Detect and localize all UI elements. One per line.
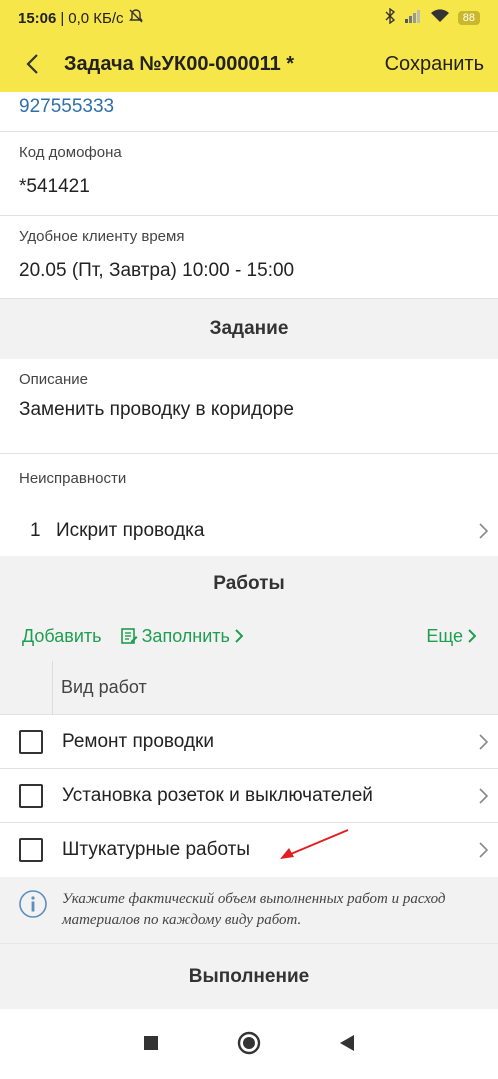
chevron-right-icon [235, 629, 243, 643]
chevron-right-icon [468, 787, 498, 804]
save-button[interactable]: Сохранить [385, 53, 498, 76]
intercom-field[interactable]: Код домофона *541421 [0, 132, 498, 216]
bluetooth-icon [384, 7, 396, 28]
page-title: Задача №УК00-000011 * [64, 52, 295, 75]
faults-field: Неисправности 1 Искрит проводка [0, 454, 498, 556]
chevron-right-icon [468, 842, 498, 858]
chevron-right-icon [468, 629, 476, 643]
intercom-label: Код домофона [19, 144, 122, 161]
description-field[interactable]: Описание Заменить проводку в коридоре [0, 359, 498, 454]
recents-button[interactable] [143, 1035, 159, 1056]
status-separator: | [60, 9, 65, 27]
work-label: Ремонт проводки [62, 730, 214, 752]
chevron-right-icon [468, 523, 498, 539]
time-value: 20.05 (Пт, Завтра) 10:00 - 15:00 [19, 260, 295, 281]
faults-label: Неисправности [19, 470, 127, 487]
description-value: Заменить проводку в коридоре [19, 399, 294, 420]
fill-button[interactable]: Заполнить [120, 626, 243, 647]
system-nav-bar [0, 1012, 498, 1079]
time-label: Удобное клиенту время [19, 228, 185, 245]
work-label: Установка розеток и выключателей [62, 784, 373, 806]
battery-icon: 88 [457, 11, 480, 25]
signal-icon [404, 9, 422, 27]
work-checkbox[interactable] [19, 838, 43, 862]
info-text: Укажите фактический объем выполненных ра… [62, 891, 446, 928]
execution-section-header: Выполнение [0, 943, 498, 1009]
back-button[interactable] [0, 36, 64, 92]
works-table-header: Вид работ [0, 660, 498, 715]
work-label: Штукатурные работы [62, 839, 250, 860]
table-row[interactable]: Ремонт проводки [0, 715, 498, 769]
mute-bell-icon [128, 8, 144, 28]
status-bar: 15:06 | 0,0 КБ/с 88 [0, 0, 498, 36]
fill-label: Заполнить [141, 625, 230, 646]
work-checkbox[interactable] [19, 729, 43, 754]
annotation-arrow-icon [280, 829, 349, 859]
form-content: 927555333 Код домофона *541421 Удобное к… [0, 92, 498, 1009]
time-field[interactable]: Удобное клиенту время 20.05 (Пт, Завтра)… [0, 216, 498, 299]
works-toolbar: Добавить Заполнить Еще [0, 611, 498, 661]
fill-list-icon [120, 628, 138, 644]
more-label: Еще [426, 625, 463, 646]
works-section-header: Работы [0, 556, 498, 611]
info-icon [18, 889, 48, 931]
chevron-right-icon [468, 733, 498, 750]
chevron-left-icon [26, 54, 38, 74]
fault-text: Искрит проводка [56, 520, 205, 541]
home-button[interactable] [237, 1031, 261, 1060]
fault-row[interactable]: 1 Искрит проводка [0, 506, 498, 556]
add-button[interactable]: Добавить [22, 626, 102, 647]
square-icon [144, 1036, 158, 1050]
work-checkbox[interactable] [19, 783, 43, 808]
info-hint: Укажите фактический объем выполненных ра… [0, 877, 498, 943]
table-row[interactable]: Штукатурные работы [0, 823, 498, 877]
back-nav-button[interactable] [339, 1034, 355, 1057]
more-button[interactable]: Еще [426, 626, 476, 647]
description-label: Описание [19, 371, 89, 388]
app-bar: Задача №УК00-000011 * Сохранить [0, 36, 498, 92]
triangle-back-icon [340, 1035, 354, 1051]
wifi-icon [430, 9, 450, 27]
status-time: 15:06 [18, 9, 57, 27]
task-section-header: Задание [0, 299, 498, 359]
phone-link[interactable]: 927555333 [0, 92, 498, 132]
status-speed: 0,0 КБ/с [68, 9, 124, 27]
fault-number: 1 [30, 520, 41, 541]
column-header-work-type: Вид работ [61, 677, 147, 697]
intercom-value: *541421 [19, 176, 90, 197]
circle-icon [237, 1031, 261, 1055]
table-row[interactable]: Установка розеток и выключателей [0, 769, 498, 823]
